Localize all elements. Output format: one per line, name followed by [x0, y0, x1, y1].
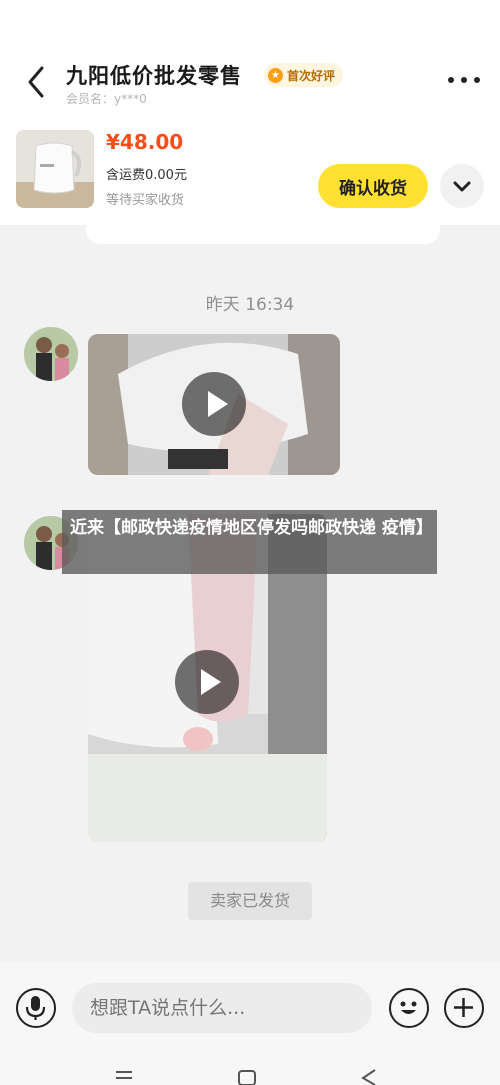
seller-avatar[interactable] — [24, 327, 78, 381]
message-input[interactable] — [72, 983, 372, 1033]
shipping-fee: 含运费0.00元 — [106, 168, 187, 183]
member-name: 会员名：y***0 — [66, 92, 147, 106]
title-overlay: 近来【邮政快递疫情地区停发吗邮政快递 疫情】 — [62, 510, 437, 574]
back-nav-icon[interactable] — [361, 1069, 376, 1085]
confirm-receipt-button[interactable]: 确认收货 — [318, 164, 428, 208]
expand-button[interactable] — [440, 164, 484, 208]
order-status: 等待买家收货 — [106, 193, 185, 208]
microphone-icon[interactable] — [16, 988, 56, 1028]
more-dots-icon[interactable] — [448, 72, 480, 88]
video-message[interactable] — [88, 334, 340, 475]
product-price: ¥48.00 — [106, 130, 184, 154]
play-icon[interactable] — [182, 372, 246, 436]
menu-icon[interactable] — [116, 1071, 132, 1079]
medal-icon: ★ — [268, 67, 283, 83]
input-bar — [0, 962, 500, 1085]
previous-message-bubble — [86, 222, 440, 244]
plus-icon[interactable] — [444, 988, 484, 1028]
system-navigation-bar — [0, 1062, 500, 1085]
play-icon[interactable] — [175, 650, 239, 714]
review-badge-label: 首次好评 — [287, 68, 336, 83]
review-badge: ★ 首次好评 — [264, 63, 344, 87]
chevron-left-icon[interactable] — [22, 64, 50, 100]
home-icon[interactable] — [238, 1070, 256, 1085]
smiley-icon[interactable] — [389, 988, 429, 1028]
chevron-down-icon — [453, 181, 471, 192]
system-message: 卖家已发货 — [188, 882, 312, 920]
chat-timestamp: 昨天 16:34 — [205, 295, 295, 315]
product-thumbnail[interactable] — [16, 130, 94, 208]
chat-header: 九阳低价批发零售 ★ 首次好评 会员名：y***0 ¥48.00 含运费0.00… — [0, 0, 500, 225]
shop-name[interactable]: 九阳低价批发零售 — [66, 60, 242, 90]
